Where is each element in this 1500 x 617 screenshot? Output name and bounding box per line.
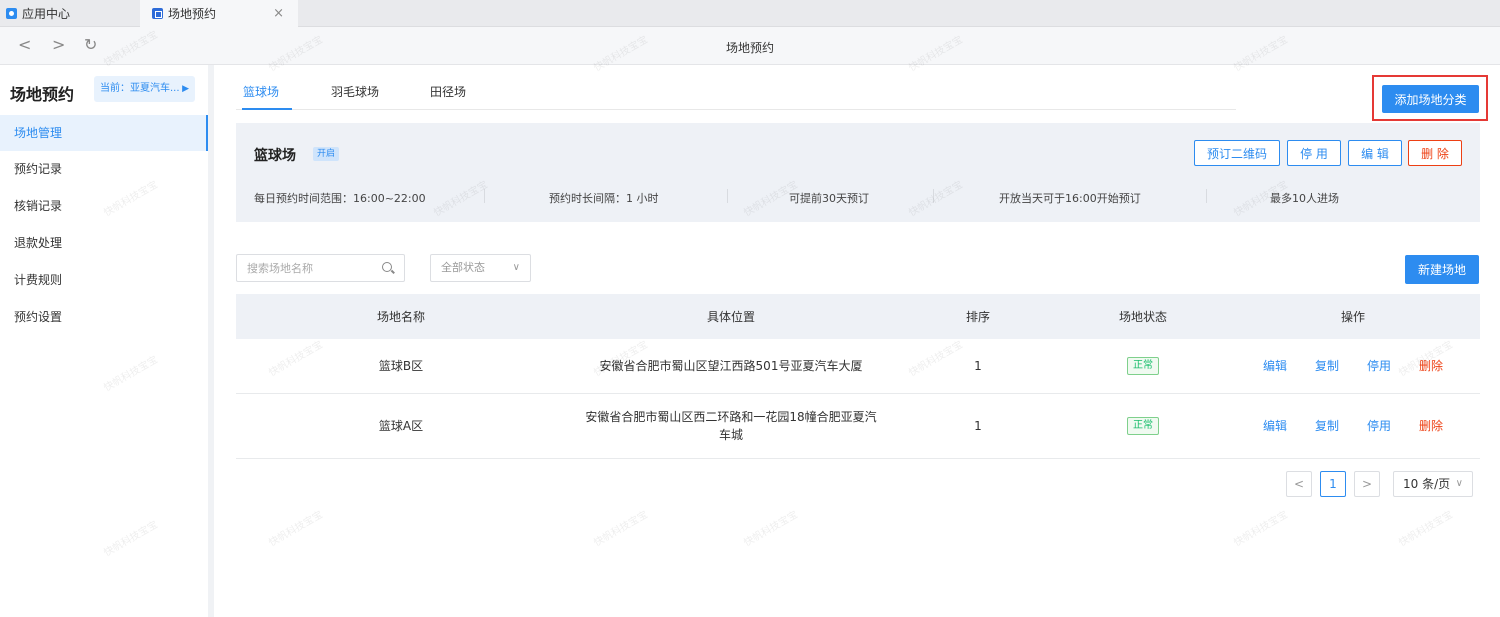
search-icon[interactable] (382, 262, 392, 272)
tab-track-field[interactable]: 田径场 (430, 83, 466, 100)
current-store-label: 当前：亚夏汽车... (100, 83, 180, 94)
venue-order: 1 (896, 393, 1060, 459)
sidebar-item-label: 退款处理 (14, 236, 63, 250)
sidebar-item-label: 核销记录 (14, 199, 63, 213)
caret-right-icon: ▶ (182, 84, 189, 94)
sidebar: 场地预约 当前：亚夏汽车... ▶ 场地管理 预约记录 核销记录 退款处理 计费… (0, 65, 214, 617)
edit-link[interactable]: 编辑 (1263, 417, 1287, 434)
table-row: 篮球A区 安徽省合肥市蜀山区西二环路和一花园18幢合肥亚夏汽车城 1 正常 编辑… (236, 393, 1480, 459)
sidebar-item-redemption-records[interactable]: 核销记录 (0, 188, 208, 224)
category-tabs: 篮球场 羽毛球场 田径场 (236, 65, 1236, 110)
table-row: 篮球B区 安徽省合肥市蜀山区望江西路501号亚夏汽车大厦 1 正常 编辑 复制 停用… (236, 339, 1480, 394)
info-max-people: 最多10人进场 (1270, 192, 1339, 205)
sidebar-item-booking-records[interactable]: 预约记录 (0, 151, 208, 187)
venue-category-name: 篮球场 (254, 148, 296, 164)
page-size-select[interactable]: 10 条/页 ∨ (1393, 471, 1473, 497)
close-icon[interactable]: × (273, 6, 284, 21)
info-time-range: 每日预约时间范围：16:00~22:00 (254, 192, 426, 205)
next-page-button[interactable]: > (1354, 471, 1380, 497)
sidebar-item-label: 计费规则 (14, 273, 63, 287)
tab-basketball[interactable]: 篮球场 (243, 83, 279, 100)
window-title: 场地预约 (725, 41, 774, 55)
column-header-location: 具体位置 (566, 294, 896, 339)
status-select-value: 全部状态 (441, 261, 485, 274)
info-duration: 预约时长间隔：1 小时 (549, 192, 659, 205)
app-center-icon (6, 8, 17, 19)
tab-badminton[interactable]: 羽毛球场 (331, 83, 379, 100)
main-content: 篮球场 羽毛球场 田径场 添加场地分类 篮球场 开启 预订二维码 停 用 编 辑… (220, 65, 1500, 617)
venue-location-text: 安徽省合肥市蜀山区望江西路501号亚夏汽车大厦 (599, 358, 863, 373)
tab-label: 场地预约 (168, 7, 217, 21)
tab-app-center[interactable]: 应用中心 (0, 0, 140, 27)
info-open-time: 开放当天可于16:00开始预订 (999, 192, 1141, 205)
new-venue-button[interactable]: 新建场地 (1405, 255, 1479, 284)
tab-label: 应用中心 (22, 7, 71, 21)
delete-link[interactable]: 删除 (1419, 357, 1443, 374)
current-store-selector[interactable]: 当前：亚夏汽车... ▶ (94, 76, 195, 102)
venue-info-card: 篮球场 开启 预订二维码 停 用 编 辑 删 除 每日预约时间范围：16:00~… (236, 123, 1480, 222)
venue-order: 1 (896, 339, 1060, 394)
sidebar-item-refunds[interactable]: 退款处理 (0, 225, 208, 261)
app-icon (152, 8, 163, 19)
sidebar-item-label: 预约记录 (14, 162, 63, 176)
status-badge: 开启 (313, 147, 340, 161)
page-size-value: 10 条/页 (1403, 477, 1451, 491)
status-tag: 正常 (1127, 416, 1159, 435)
edit-category-button[interactable]: 编 辑 (1348, 140, 1402, 166)
venue-name: 篮球B区 (236, 339, 566, 394)
column-header-name: 场地名称 (236, 294, 566, 339)
sidebar-item-label: 预约设置 (14, 310, 63, 324)
venue-name: 篮球A区 (236, 393, 566, 459)
copy-link[interactable]: 复制 (1315, 357, 1339, 374)
search-field (236, 254, 405, 282)
info-advance-days: 可提前30天预订 (789, 192, 869, 205)
venue-status: 正常 (1060, 339, 1226, 394)
column-header-actions: 操作 (1226, 294, 1480, 339)
divider (1206, 189, 1207, 203)
sidebar-item-billing-rules[interactable]: 计费规则 (0, 262, 208, 298)
sidebar-item-label: 场地管理 (14, 126, 63, 140)
active-tab-indicator (242, 108, 292, 110)
venue-location: 安徽省合肥市蜀山区西二环路和一花园18幢合肥亚夏汽车城 (566, 393, 896, 459)
status-tag: 正常 (1127, 356, 1159, 375)
prev-page-button[interactable]: < (1286, 471, 1312, 497)
disable-link[interactable]: 停用 (1367, 357, 1391, 374)
row-actions: 编辑 复制 停用 删除 (1226, 339, 1480, 394)
row-actions: 编辑 复制 停用 删除 (1226, 393, 1480, 459)
divider (484, 189, 485, 203)
venue-location-text: 安徽省合肥市蜀山区西二环路和一花园18幢合肥亚夏汽车城 (585, 409, 877, 442)
tab-venue-booking[interactable]: 场地预约 × (140, 0, 298, 27)
disable-category-button[interactable]: 停 用 (1287, 140, 1341, 166)
status-select[interactable]: 全部状态 ∨ (430, 254, 531, 282)
search-input[interactable] (237, 255, 367, 281)
booking-qrcode-button[interactable]: 预订二维码 (1194, 140, 1280, 166)
sidebar-item-venue-management[interactable]: 场地管理 (0, 115, 208, 151)
delete-link[interactable]: 删除 (1419, 417, 1443, 434)
sidebar-title: 场地预约 (10, 85, 75, 104)
disable-link[interactable]: 停用 (1367, 417, 1391, 434)
column-header-order: 排序 (896, 294, 1060, 339)
divider (933, 189, 934, 203)
venue-table: 场地名称 具体位置 排序 场地状态 操作 篮球B区 安徽省合肥市蜀山区望江西路5… (236, 294, 1480, 459)
chevron-down-icon: ∨ (512, 262, 520, 273)
page-1-button[interactable]: 1 (1320, 471, 1346, 497)
copy-link[interactable]: 复制 (1315, 417, 1339, 434)
delete-category-button[interactable]: 删 除 (1408, 140, 1462, 166)
venue-status: 正常 (1060, 393, 1226, 459)
navigation-bar: < > ↻ 场地预约 (0, 27, 1500, 65)
sidebar-item-booking-settings[interactable]: 预约设置 (0, 299, 208, 335)
edit-link[interactable]: 编辑 (1263, 357, 1287, 374)
venue-location: 安徽省合肥市蜀山区望江西路501号亚夏汽车大厦 (566, 339, 896, 394)
add-category-button[interactable]: 添加场地分类 (1382, 85, 1479, 113)
divider (727, 189, 728, 203)
tab-strip: 应用中心 场地预约 × (0, 0, 1500, 27)
chevron-down-icon: ∨ (1455, 478, 1463, 489)
column-header-status: 场地状态 (1060, 294, 1226, 339)
highlight-box: 添加场地分类 (1372, 75, 1488, 121)
